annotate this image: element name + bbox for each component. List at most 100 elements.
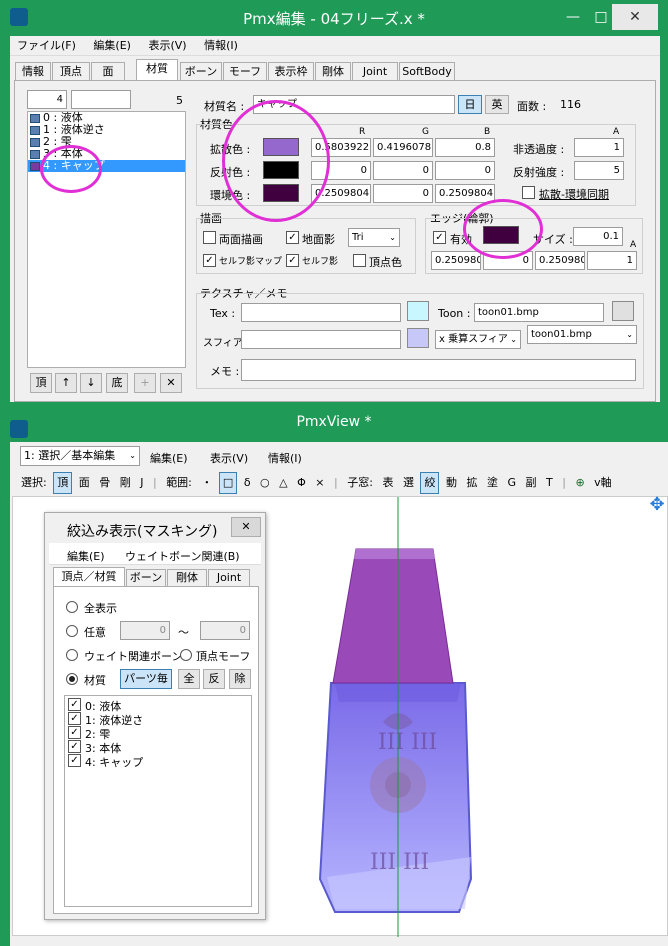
- mask-tab-rigid[interactable]: 剛体: [167, 569, 207, 586]
- edge-size-field[interactable]: 0.1: [573, 227, 623, 246]
- mask-tab-bone[interactable]: ボーン: [126, 569, 166, 586]
- menu-info[interactable]: 情報(I): [268, 450, 302, 466]
- range-box-button[interactable]: □: [218, 472, 238, 494]
- menu-edit[interactable]: 編集(E): [150, 450, 188, 466]
- sync-checkbox[interactable]: [522, 186, 535, 199]
- tab-face[interactable]: 面: [91, 62, 125, 80]
- range-delta-button[interactable]: δ: [241, 473, 254, 493]
- list-item[interactable]: ✓ 1: 液体逆さ: [65, 712, 251, 727]
- sphere-mode-select[interactable]: x 乗算スフィア ⌄: [435, 330, 521, 349]
- select-face-button[interactable]: 面: [76, 473, 93, 493]
- japanese-name-toggle[interactable]: 日: [458, 95, 482, 114]
- edge-b-field[interactable]: 0.250980: [535, 251, 585, 270]
- index-field[interactable]: 4: [27, 90, 67, 109]
- remove-button[interactable]: 除: [229, 669, 251, 689]
- minimize-button[interactable]: —: [560, 4, 586, 30]
- move-bottom-button[interactable]: 底: [106, 373, 128, 393]
- select-rigid-button[interactable]: 剛: [117, 473, 134, 493]
- mask-item-checkbox[interactable]: ✓: [68, 698, 81, 711]
- radio-material[interactable]: [66, 673, 78, 685]
- toon-field[interactable]: toon01.bmp: [474, 303, 604, 322]
- list-item[interactable]: ✓ 2: 雫: [65, 726, 251, 741]
- move-down-button[interactable]: ↓: [80, 373, 102, 393]
- specular-power-field[interactable]: 5: [574, 161, 624, 180]
- range-from-field[interactable]: 0: [120, 621, 170, 640]
- mode-select[interactable]: 1: 選択／基本編集 ⌄: [20, 446, 140, 466]
- radio-arbitrary[interactable]: [66, 625, 78, 637]
- per-part-button[interactable]: パーツ毎: [120, 669, 172, 689]
- menu-view[interactable]: 表示(V): [210, 450, 248, 466]
- subwindow-paint-button[interactable]: 塗: [484, 473, 501, 493]
- tab-softbody[interactable]: SoftBody: [399, 62, 455, 80]
- subwindow-move-button[interactable]: 動: [443, 473, 460, 493]
- maximize-button[interactable]: □: [588, 4, 614, 30]
- tab-info[interactable]: 情報: [15, 62, 51, 80]
- select-all-button[interactable]: 全: [178, 669, 200, 689]
- self-shadow-checkbox[interactable]: ✓: [286, 254, 299, 267]
- vertex-color-checkbox[interactable]: [353, 254, 366, 267]
- mask-item-checkbox[interactable]: ✓: [68, 712, 81, 725]
- index-spinner[interactable]: [71, 90, 131, 109]
- menu-file[interactable]: ファイル(F): [10, 36, 83, 56]
- invert-button[interactable]: 反: [203, 669, 225, 689]
- ambient-g-field[interactable]: 0: [373, 184, 433, 203]
- subwindow-t-button[interactable]: T: [543, 473, 556, 493]
- mask-menu-weight-bone[interactable]: ウェイトボーン関連(B): [125, 548, 240, 564]
- list-item[interactable]: ✓ 4: キャップ: [65, 754, 251, 769]
- move-top-button[interactable]: 頂: [30, 373, 52, 393]
- mask-tab-joint[interactable]: Joint: [208, 569, 250, 586]
- mask-close-button[interactable]: ✕: [231, 517, 261, 537]
- subwindow-scale-button[interactable]: 拡: [463, 473, 480, 493]
- range-circle-button[interactable]: ○: [257, 473, 273, 493]
- tab-rigid-body[interactable]: 剛体: [315, 62, 351, 80]
- menu-info[interactable]: 情報(I): [197, 36, 245, 56]
- alpha-field[interactable]: 1: [574, 138, 624, 157]
- ground-shadow-checkbox[interactable]: ✓: [286, 231, 299, 244]
- list-item[interactable]: ✓ 0: 液体: [65, 698, 251, 713]
- select-vertex-button[interactable]: 頂: [53, 472, 73, 494]
- range-point-button[interactable]: ・: [198, 473, 215, 493]
- delete-material-button[interactable]: ✕: [160, 373, 182, 393]
- mask-item-checkbox[interactable]: ✓: [68, 740, 81, 753]
- subwindow-mask-button[interactable]: 絞: [420, 472, 440, 494]
- tex-preview[interactable]: [407, 301, 429, 321]
- mask-item-checkbox[interactable]: ✓: [68, 754, 81, 767]
- shadow-type-select[interactable]: Tri ⌄: [348, 228, 400, 247]
- tab-material[interactable]: 材質: [136, 59, 178, 81]
- specular-g-field[interactable]: 0: [373, 161, 433, 180]
- tab-bone[interactable]: ボーン: [180, 62, 222, 80]
- edge-enabled-checkbox[interactable]: ✓: [433, 231, 446, 244]
- ambient-b-field[interactable]: 0.2509804: [435, 184, 495, 203]
- toon-select[interactable]: toon01.bmp ⌄: [527, 325, 637, 344]
- select-bone-button[interactable]: 骨: [96, 473, 113, 493]
- v-axis-button[interactable]: v軸: [591, 473, 615, 493]
- specular-b-field[interactable]: 0: [435, 161, 495, 180]
- tab-vertex[interactable]: 頂点: [52, 62, 90, 80]
- range-clear-button[interactable]: ×: [312, 473, 327, 493]
- range-to-field[interactable]: 0: [200, 621, 250, 640]
- toon-preview[interactable]: [612, 301, 634, 321]
- subwindow-sub-button[interactable]: 副: [522, 473, 539, 493]
- sphere-preview[interactable]: [407, 328, 429, 348]
- menu-view[interactable]: 表示(V): [141, 36, 193, 56]
- mask-menu-edit[interactable]: 編集(E): [67, 548, 105, 564]
- subwindow-g-button[interactable]: G: [504, 473, 519, 493]
- tab-display-frame[interactable]: 表示枠: [268, 62, 314, 80]
- mask-tab-vertex-material[interactable]: 頂点／材質: [53, 567, 125, 587]
- radio-vertex-morph[interactable]: [180, 649, 192, 661]
- move-up-button[interactable]: ↑: [55, 373, 77, 393]
- edge-r-field[interactable]: 0.250980: [431, 251, 481, 270]
- subwindow-table-button[interactable]: 表: [379, 473, 396, 493]
- tex-field[interactable]: [241, 303, 401, 322]
- diffuse-b-field[interactable]: 0.8: [435, 138, 495, 157]
- menu-edit[interactable]: 編集(E): [86, 36, 138, 56]
- range-phi-button[interactable]: Φ: [294, 473, 309, 493]
- double-sided-checkbox[interactable]: [203, 231, 216, 244]
- close-button[interactable]: ✕: [612, 4, 658, 30]
- english-name-toggle[interactable]: 英: [485, 95, 509, 114]
- diffuse-g-field[interactable]: 0.4196078: [373, 138, 433, 157]
- radio-show-all[interactable]: [66, 601, 78, 613]
- sphere-field[interactable]: [241, 330, 401, 349]
- memo-field[interactable]: [241, 359, 636, 381]
- radio-weight-bone[interactable]: [66, 649, 78, 661]
